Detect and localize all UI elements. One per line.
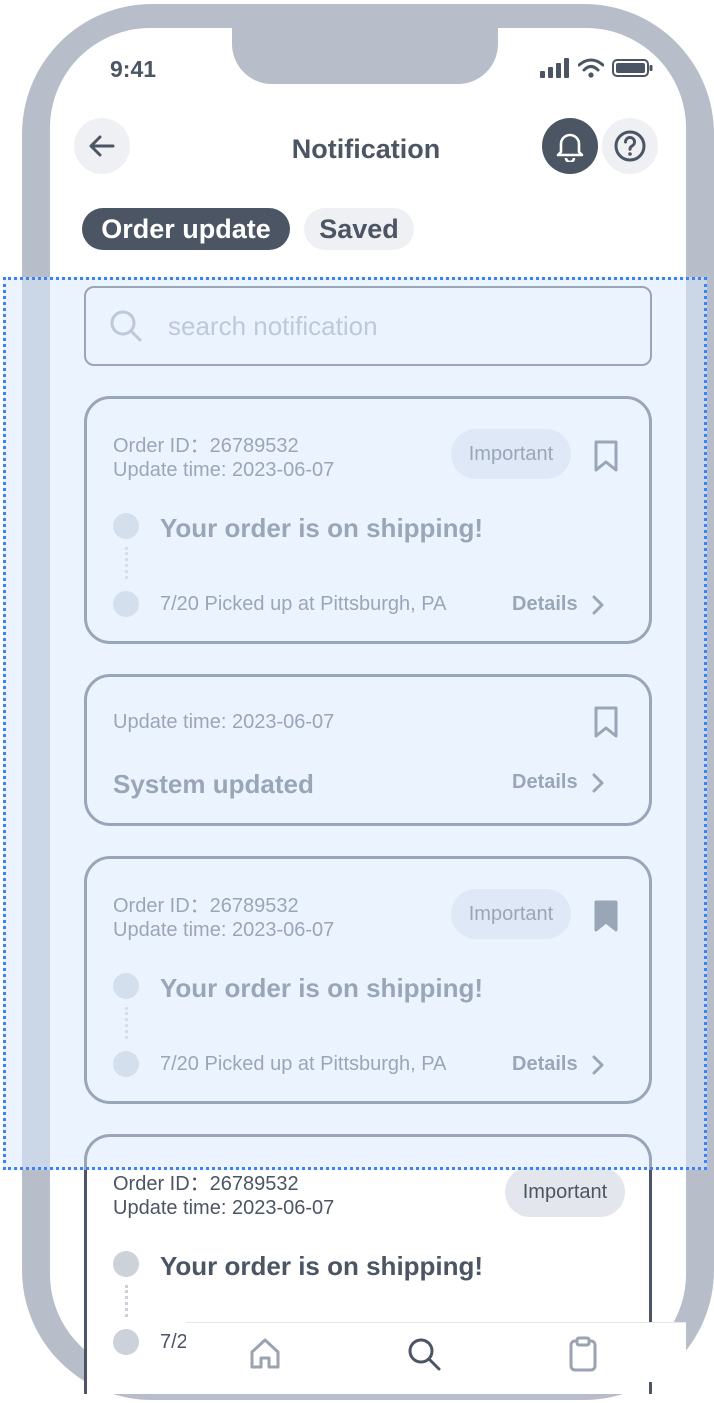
battery-icon bbox=[612, 59, 653, 77]
details-link[interactable]: Details bbox=[512, 771, 604, 794]
timeline-dot bbox=[113, 1251, 139, 1277]
status-icons bbox=[540, 58, 654, 78]
notification-card[interactable]: Order ID：26789532 Update time: 2023-06-0… bbox=[84, 856, 652, 1104]
search-nav-icon[interactable] bbox=[406, 1336, 442, 1372]
card-headline: Your order is on shipping! bbox=[160, 1251, 484, 1281]
help-icon bbox=[614, 130, 646, 162]
search-placeholder: search notification bbox=[168, 310, 378, 341]
card-headline: Your order is on shipping! bbox=[160, 513, 484, 543]
timeline-dot bbox=[113, 1329, 139, 1355]
bookmark-icon[interactable] bbox=[593, 705, 619, 739]
details-label: Details bbox=[512, 771, 578, 793]
home-icon[interactable] bbox=[248, 1336, 282, 1370]
details-label: Details bbox=[512, 593, 578, 615]
signal-icon bbox=[540, 58, 569, 78]
details-link[interactable]: Details bbox=[512, 1053, 604, 1076]
order-id: Order ID：26789532 bbox=[113, 1173, 299, 1195]
bookmark-filled-icon[interactable] bbox=[593, 899, 619, 933]
timeline-connector bbox=[125, 547, 128, 579]
notch bbox=[232, 28, 498, 84]
bell-icon bbox=[556, 133, 584, 162]
chevron-right-icon bbox=[592, 595, 604, 614]
timeline-step: 7/20 Picked up at Pittsburgh, PA bbox=[160, 1053, 447, 1075]
important-badge: Important bbox=[451, 889, 571, 939]
details-link[interactable]: Details bbox=[512, 593, 604, 616]
order-id: Order ID：26789532 bbox=[113, 435, 299, 457]
details-label: Details bbox=[512, 1053, 578, 1075]
timeline-dot bbox=[113, 1051, 139, 1077]
status-time: 9:41 bbox=[110, 56, 157, 82]
search-icon bbox=[110, 310, 142, 342]
timeline-connector bbox=[125, 1285, 128, 1317]
card-headline: System updated bbox=[113, 769, 314, 799]
card-headline: Your order is on shipping! bbox=[160, 973, 484, 1003]
timeline-step: 7/2 bbox=[160, 1331, 188, 1353]
update-time: Update time: 2023-06-07 bbox=[113, 919, 335, 941]
notification-card[interactable]: Update time: 2023-06-07 System updated D… bbox=[84, 674, 652, 826]
tab-order-update[interactable]: Order update bbox=[82, 208, 290, 250]
clipboard-icon[interactable] bbox=[568, 1336, 598, 1372]
timeline-connector bbox=[125, 1007, 128, 1039]
timeline-dot bbox=[113, 513, 139, 539]
update-time: Update time: 2023-06-07 bbox=[113, 711, 335, 733]
help-button[interactable] bbox=[602, 118, 658, 174]
timeline-step: 7/20 Picked up at Pittsburgh, PA bbox=[160, 593, 447, 615]
notifications-button[interactable] bbox=[542, 118, 598, 174]
bookmark-icon[interactable] bbox=[593, 439, 619, 473]
search-input[interactable]: search notification bbox=[84, 286, 652, 366]
important-badge: Important bbox=[505, 1167, 625, 1217]
update-time: Update time: 2023-06-07 bbox=[113, 1197, 335, 1219]
wifi-icon bbox=[578, 58, 604, 78]
update-time: Update time: 2023-06-07 bbox=[113, 459, 335, 481]
important-badge: Important bbox=[451, 429, 571, 479]
notification-card[interactable]: Order ID：26789532 Update time: 2023-06-0… bbox=[84, 396, 652, 644]
timeline-dot bbox=[113, 591, 139, 617]
order-id: Order ID：26789532 bbox=[113, 895, 299, 917]
chevron-right-icon bbox=[592, 1055, 604, 1074]
tab-saved[interactable]: Saved bbox=[304, 208, 414, 250]
timeline-dot bbox=[113, 973, 139, 999]
chevron-right-icon bbox=[592, 773, 604, 792]
